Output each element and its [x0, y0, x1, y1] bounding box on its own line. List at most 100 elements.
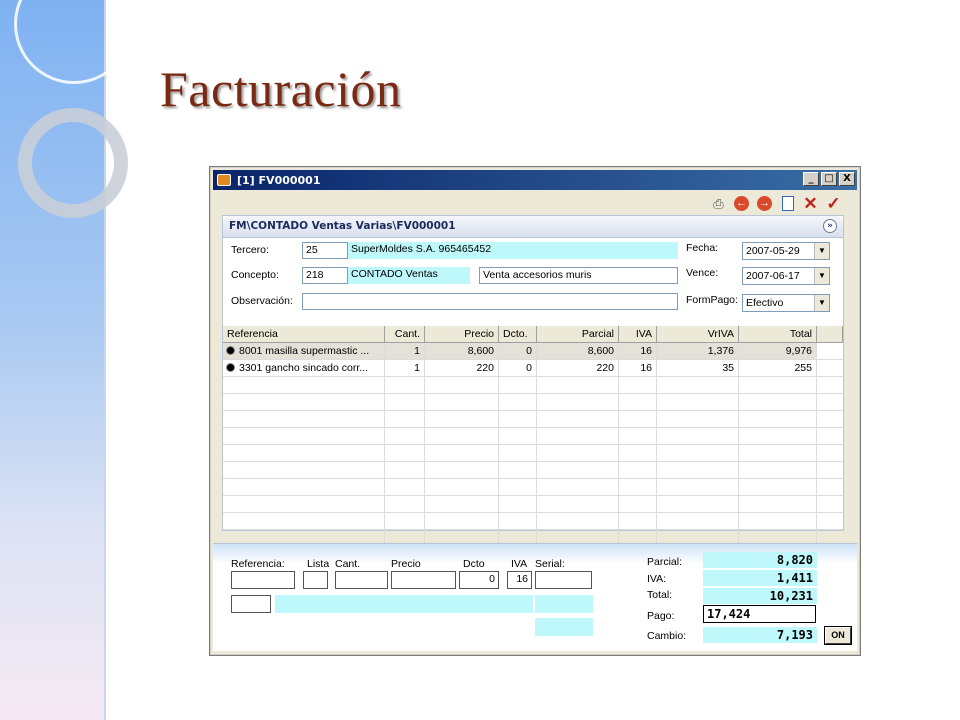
- empty-cell[interactable]: [817, 513, 843, 529]
- empty-table-row[interactable]: [223, 462, 843, 479]
- empty-cell[interactable]: [739, 462, 817, 478]
- empty-cell[interactable]: [499, 428, 537, 444]
- empty-cell[interactable]: [619, 411, 657, 427]
- concepto-name-field[interactable]: CONTADO Ventas: [348, 267, 470, 284]
- empty-cell[interactable]: [619, 496, 657, 512]
- empty-cell[interactable]: [619, 428, 657, 444]
- concepto-code-field[interactable]: 218: [302, 267, 348, 284]
- entry-extra-input[interactable]: [231, 595, 271, 613]
- printer-icon[interactable]: ⎙: [710, 195, 727, 212]
- empty-cell[interactable]: [739, 428, 817, 444]
- document-icon[interactable]: [781, 196, 794, 211]
- empty-cell[interactable]: [385, 445, 425, 461]
- back-icon[interactable]: ←: [734, 196, 749, 211]
- formpago-combo[interactable]: Efectivo ▼: [742, 294, 830, 312]
- empty-cell[interactable]: [385, 377, 425, 393]
- empty-cell[interactable]: [619, 479, 657, 495]
- empty-table-row[interactable]: [223, 428, 843, 445]
- empty-cell[interactable]: [657, 462, 739, 478]
- empty-cell[interactable]: [657, 513, 739, 529]
- empty-cell[interactable]: [657, 377, 739, 393]
- empty-cell[interactable]: [739, 513, 817, 529]
- empty-cell[interactable]: [425, 513, 499, 529]
- collapse-icon[interactable]: »: [823, 219, 837, 233]
- empty-table-row[interactable]: [223, 445, 843, 462]
- empty-cell[interactable]: [817, 496, 843, 512]
- empty-cell[interactable]: [537, 445, 619, 461]
- empty-cell[interactable]: [223, 462, 385, 478]
- empty-cell[interactable]: [817, 411, 843, 427]
- column-header-total[interactable]: Total: [739, 326, 817, 342]
- entry-iva-input[interactable]: 16: [507, 571, 532, 589]
- forward-icon[interactable]: →: [757, 196, 772, 211]
- empty-cell[interactable]: [425, 445, 499, 461]
- empty-cell[interactable]: [499, 479, 537, 495]
- chevron-down-icon[interactable]: ▼: [814, 295, 829, 311]
- close-button[interactable]: X: [839, 172, 855, 186]
- empty-cell[interactable]: [817, 394, 843, 410]
- empty-cell[interactable]: [739, 411, 817, 427]
- empty-cell[interactable]: [385, 411, 425, 427]
- chevron-down-icon[interactable]: ▼: [814, 243, 829, 259]
- column-header-cant[interactable]: Cant.: [385, 326, 425, 342]
- empty-cell[interactable]: [499, 513, 537, 529]
- empty-cell[interactable]: [499, 411, 537, 427]
- cell-dcto[interactable]: 0: [499, 343, 537, 359]
- empty-cell[interactable]: [425, 377, 499, 393]
- empty-table-row[interactable]: [223, 394, 843, 411]
- empty-cell[interactable]: [425, 479, 499, 495]
- table-row[interactable]: 8001 masilla supermastic ... 1 8,600 0 8…: [223, 343, 843, 360]
- empty-cell[interactable]: [619, 513, 657, 529]
- empty-cell[interactable]: [817, 445, 843, 461]
- window-titlebar[interactable]: [1] FV000001 _ □ X: [213, 170, 857, 190]
- entry-referencia-input[interactable]: [231, 571, 295, 589]
- empty-cell[interactable]: [657, 428, 739, 444]
- tercero-name-field[interactable]: SuperMoldes S.A. 965465452: [348, 242, 678, 259]
- empty-cell[interactable]: [425, 411, 499, 427]
- empty-cell[interactable]: [657, 496, 739, 512]
- empty-cell[interactable]: [619, 394, 657, 410]
- chevron-down-icon[interactable]: ▼: [814, 268, 829, 284]
- empty-cell[interactable]: [385, 496, 425, 512]
- pago-input[interactable]: 17,424: [703, 605, 816, 623]
- empty-cell[interactable]: [657, 411, 739, 427]
- empty-cell[interactable]: [499, 377, 537, 393]
- column-header-iva[interactable]: IVA: [619, 326, 657, 342]
- empty-cell[interactable]: [385, 428, 425, 444]
- confirm-icon[interactable]: ✓: [825, 194, 842, 213]
- empty-cell[interactable]: [425, 428, 499, 444]
- observacion-field[interactable]: [302, 293, 678, 310]
- empty-cell[interactable]: [385, 462, 425, 478]
- empty-cell[interactable]: [739, 496, 817, 512]
- empty-cell[interactable]: [817, 428, 843, 444]
- table-row[interactable]: 3301 gancho sincado corr... 1 220 0 220 …: [223, 360, 843, 377]
- empty-cell[interactable]: [817, 479, 843, 495]
- empty-cell[interactable]: [817, 462, 843, 478]
- empty-cell[interactable]: [499, 462, 537, 478]
- empty-table-row[interactable]: [223, 377, 843, 394]
- empty-cell[interactable]: [425, 394, 499, 410]
- empty-cell[interactable]: [385, 513, 425, 529]
- empty-cell[interactable]: [619, 445, 657, 461]
- fecha-combo[interactable]: 2007-05-29 ▼: [742, 242, 830, 260]
- empty-table-row[interactable]: [223, 496, 843, 513]
- empty-cell[interactable]: [223, 496, 385, 512]
- ok-button[interactable]: ON: [824, 626, 852, 645]
- cell-cant[interactable]: 1: [385, 343, 425, 359]
- empty-cell[interactable]: [425, 496, 499, 512]
- minimize-button[interactable]: _: [803, 172, 819, 186]
- vence-combo[interactable]: 2007-06-17 ▼: [742, 267, 830, 285]
- empty-cell[interactable]: [739, 445, 817, 461]
- empty-cell[interactable]: [537, 496, 619, 512]
- empty-cell[interactable]: [537, 377, 619, 393]
- column-header-precio[interactable]: Precio: [425, 326, 499, 342]
- column-header-parcial[interactable]: Parcial: [537, 326, 619, 342]
- empty-cell[interactable]: [223, 479, 385, 495]
- maximize-button[interactable]: □: [821, 172, 837, 186]
- empty-table-row[interactable]: [223, 411, 843, 428]
- entry-serial-input[interactable]: [535, 571, 592, 589]
- empty-cell[interactable]: [657, 479, 739, 495]
- entry-cant-input[interactable]: [335, 571, 388, 589]
- empty-cell[interactable]: [223, 428, 385, 444]
- entry-precio-input[interactable]: [391, 571, 456, 589]
